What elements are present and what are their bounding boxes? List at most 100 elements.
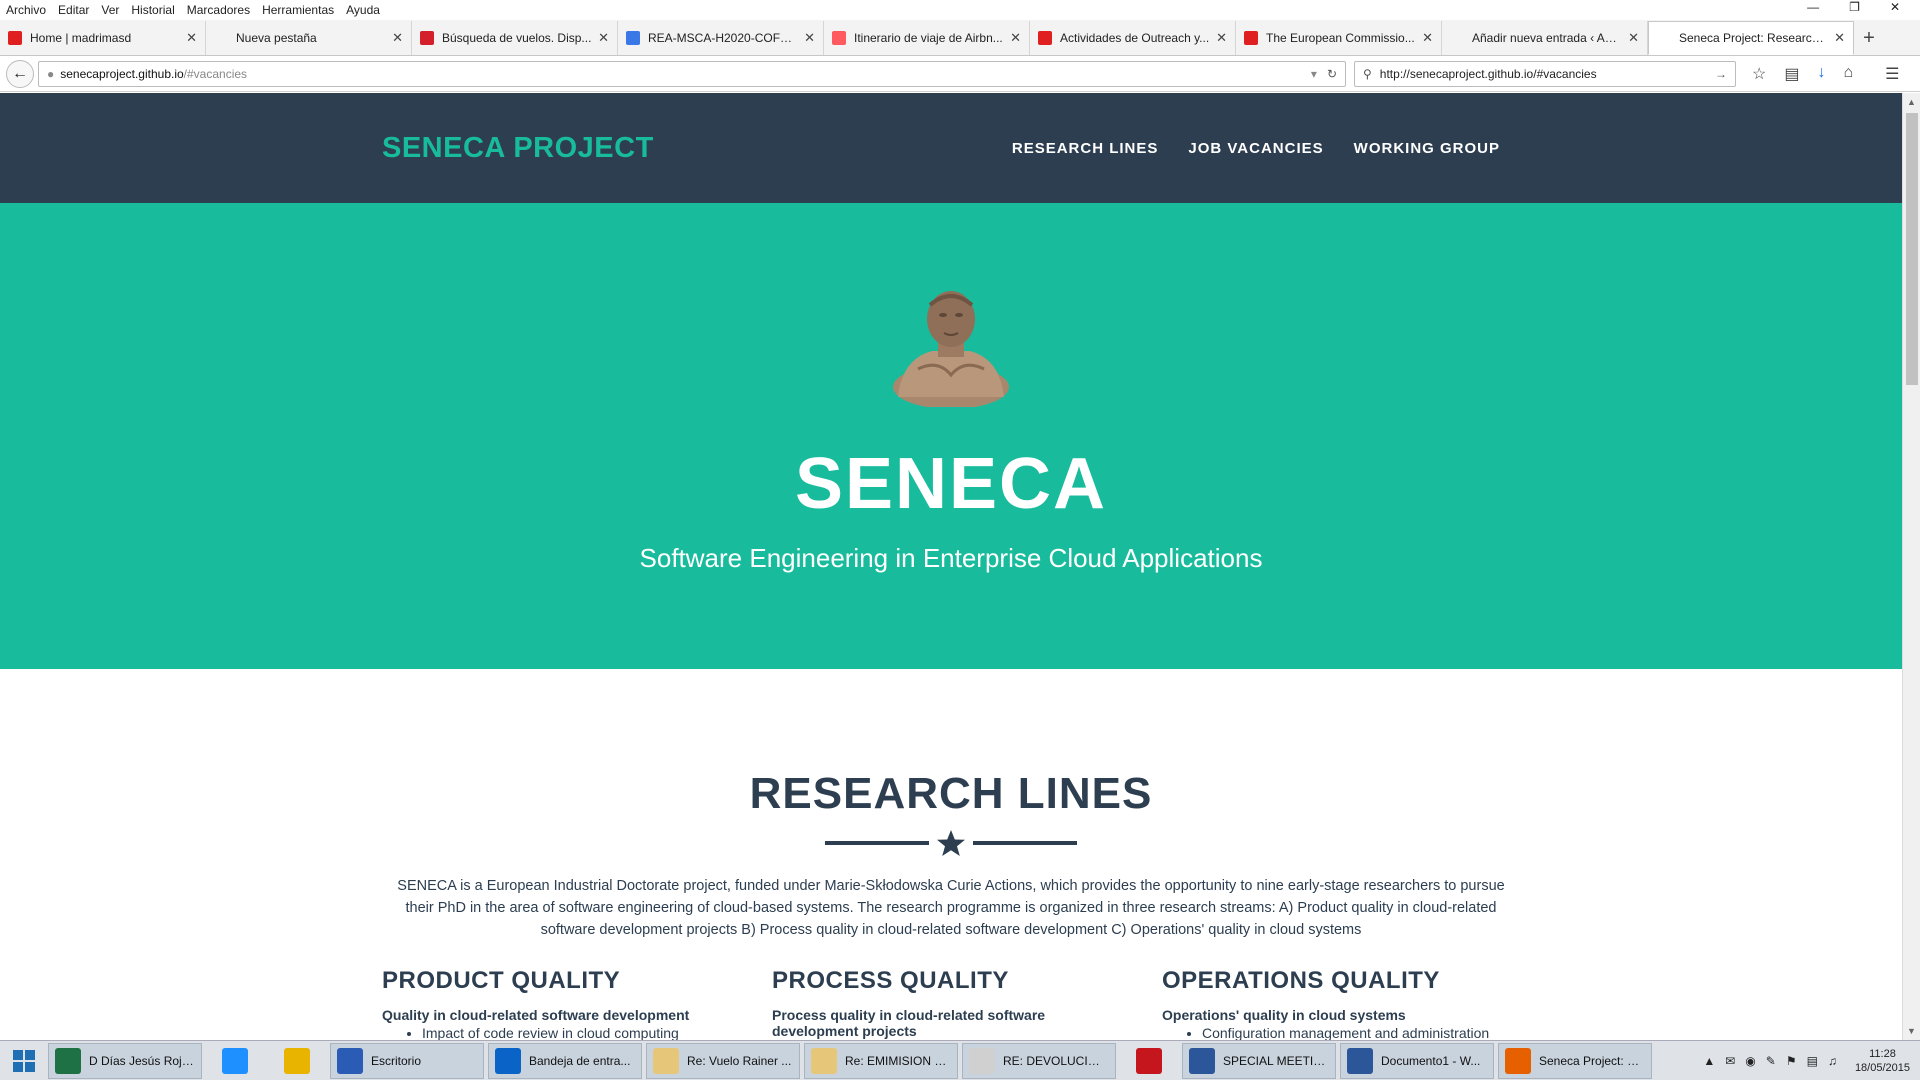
- scroll-up-icon[interactable]: ▲: [1907, 97, 1916, 107]
- nav-research-lines[interactable]: RESEARCH LINES: [1012, 140, 1159, 157]
- tab-close-icon[interactable]: ✕: [804, 30, 815, 46]
- taskbar-item[interactable]: Documento1 - W...: [1340, 1042, 1494, 1079]
- go-arrow-icon[interactable]: →: [1715, 67, 1727, 81]
- tab-close-icon[interactable]: ✕: [186, 30, 197, 46]
- browser-tab[interactable]: Home | madrimasd ✕: [0, 21, 206, 55]
- tab-close-icon[interactable]: ✕: [1834, 30, 1845, 46]
- tray-network-icon[interactable]: ▤: [1807, 1054, 1818, 1068]
- minimize-icon[interactable]: —: [1807, 0, 1819, 14]
- menu-ayuda[interactable]: Ayuda: [346, 3, 380, 17]
- taskbar-item[interactable]: D Días Jesús Rojo...: [48, 1042, 202, 1079]
- tray-volume-icon[interactable]: ♫: [1828, 1054, 1837, 1068]
- nav-working-group[interactable]: WORKING GROUP: [1354, 140, 1500, 157]
- tab-close-icon[interactable]: ✕: [1422, 30, 1433, 46]
- taskbar-item-label: Bandeja de entra...: [529, 1053, 631, 1068]
- menu-historial[interactable]: Historial: [131, 3, 174, 17]
- browser-tab[interactable]: Itinerario de viaje de Airbn... ✕: [824, 21, 1030, 55]
- taskbar-item-label: D Días Jesús Rojo...: [89, 1053, 195, 1068]
- madrimasd-icon: [1244, 31, 1258, 45]
- scrollbar-thumb[interactable]: [1906, 113, 1918, 385]
- taskbar-item[interactable]: Re: Vuelo Rainer ...: [646, 1042, 800, 1079]
- tab-close-icon[interactable]: ✕: [392, 30, 403, 46]
- restore-icon[interactable]: ❐: [1849, 0, 1860, 14]
- tab-title: Añadir nueva entrada ‹ Accion...: [1472, 31, 1622, 45]
- browser-tab[interactable]: Búsqueda de vuelos. Disp... ✕: [412, 21, 618, 55]
- firefox-icon: [1505, 1047, 1531, 1074]
- menu-archivo[interactable]: Archivo: [6, 3, 46, 17]
- nav-job-vacancies[interactable]: JOB VACANCIES: [1188, 140, 1323, 157]
- site-navbar: SENECA PROJECT RESEARCH LINES JOB VACANC…: [0, 93, 1902, 203]
- url-path: /#vacancies: [183, 66, 248, 81]
- tab-close-icon[interactable]: ✕: [1628, 30, 1639, 46]
- browser-tab[interactable]: Nueva pestaña ✕: [206, 21, 412, 55]
- start-button[interactable]: [0, 1041, 48, 1081]
- back-arrow-icon: ←: [12, 64, 28, 82]
- scroll-down-icon[interactable]: ▼: [1907, 1026, 1916, 1036]
- taskbar-item[interactable]: Bandeja de entra...: [488, 1042, 642, 1079]
- star-divider: [825, 830, 1077, 856]
- search-input[interactable]: http://senecaproject.github.io/#vacancie…: [1380, 67, 1715, 81]
- browser-tab[interactable]: Actividades de Outreach y... ✕: [1030, 21, 1236, 55]
- menu-ver[interactable]: Ver: [101, 3, 119, 17]
- taskbar-item[interactable]: Escritorio: [330, 1042, 484, 1079]
- mail-icon: [969, 1047, 995, 1074]
- list-item: Impact of code review in cloud computing: [422, 1025, 742, 1040]
- bookmark-star-icon[interactable]: ☆: [1752, 64, 1766, 84]
- tab-title: Actividades de Outreach y...: [1060, 31, 1210, 45]
- browser-tab[interactable]: REA-MSCA-H2020-COFU... ✕: [618, 21, 824, 55]
- tab-title: The European Commissio...: [1266, 31, 1415, 45]
- hero-section: SENECA Software Engineering in Enterpris…: [0, 203, 1902, 669]
- tab-title: Nueva pestaña: [236, 31, 317, 45]
- word-icon: [1189, 1047, 1215, 1074]
- list-item: Configuration management and administrat…: [1202, 1025, 1522, 1040]
- tray-flag-icon[interactable]: ⚑: [1786, 1054, 1797, 1068]
- back-button[interactable]: ←: [6, 59, 34, 88]
- menu-marcadores[interactable]: Marcadores: [187, 3, 250, 17]
- downloads-icon[interactable]: ↓: [1817, 64, 1825, 84]
- tab-close-icon[interactable]: ✕: [1010, 30, 1021, 46]
- mail-icon: [653, 1047, 679, 1074]
- column-process-quality: PROCESS QUALITY Process quality in cloud…: [772, 967, 1132, 1039]
- taskbar-item[interactable]: [268, 1043, 326, 1079]
- column-subtitle: Operations' quality in cloud systems: [1162, 1007, 1406, 1023]
- taskbar-item[interactable]: SPECIAL MEETIN...: [1182, 1042, 1336, 1079]
- site-brand-link[interactable]: SENECA PROJECT: [382, 132, 654, 165]
- iberia-icon: [420, 31, 434, 45]
- tab-close-icon[interactable]: ✕: [598, 30, 609, 46]
- address-bar[interactable]: ● senecaproject.github.io /#vacancies ▾ …: [38, 60, 1346, 87]
- close-icon[interactable]: ✕: [1890, 0, 1900, 14]
- browser-tab[interactable]: Añadir nueva entrada ‹ Accion... ✕: [1442, 21, 1648, 55]
- clock-time: 11:28: [1869, 1047, 1896, 1060]
- taskbar-item[interactable]: Seneca Project: R...: [1498, 1042, 1652, 1079]
- tab-close-icon[interactable]: ✕: [1216, 30, 1227, 46]
- site-identity-icon[interactable]: ●: [47, 67, 54, 81]
- dropdown-icon[interactable]: ▾: [1311, 67, 1317, 81]
- tray-expand-icon[interactable]: ▲: [1703, 1054, 1715, 1068]
- web-page: SENECA PROJECT RESEARCH LINES JOB VACANC…: [0, 93, 1902, 1040]
- taskbar-item[interactable]: [206, 1043, 264, 1079]
- hero-subtitle: Software Engineering in Enterprise Cloud…: [639, 543, 1263, 573]
- clock[interactable]: 11:28 18/05/2015: [1855, 1047, 1910, 1075]
- taskbar-item[interactable]: Re: EMIMISION B...: [804, 1042, 958, 1079]
- taskbar-item-label: Re: Vuelo Rainer ...: [687, 1053, 792, 1068]
- tray-outlook-icon[interactable]: ◉: [1745, 1054, 1755, 1068]
- home-icon[interactable]: ⌂: [1843, 64, 1853, 84]
- taskbar-item[interactable]: RE: DEVOLUCIÓN...: [962, 1042, 1116, 1079]
- browser-tab[interactable]: Seneca Project: Research on Cl... ✕: [1648, 21, 1854, 55]
- menu-herramientas[interactable]: Herramientas: [262, 3, 334, 17]
- new-tab-button[interactable]: +: [1854, 21, 1884, 55]
- taskbar-item[interactable]: [1120, 1043, 1178, 1079]
- hamburger-menu-icon[interactable]: ☰: [1885, 64, 1899, 84]
- ie-icon: [222, 1047, 248, 1074]
- menu-editar[interactable]: Editar: [58, 3, 89, 17]
- search-box[interactable]: ⚲ http://senecaproject.github.io/#vacanc…: [1354, 60, 1736, 87]
- vertical-scrollbar[interactable]: ▲ ▼: [1902, 93, 1920, 1040]
- taskbar-item-label: Escritorio: [371, 1053, 422, 1068]
- reload-icon[interactable]: ↻: [1327, 67, 1337, 81]
- reading-list-icon[interactable]: ▤: [1784, 64, 1799, 84]
- browser-tab[interactable]: The European Commissio... ✕: [1236, 21, 1442, 55]
- tray-pen-icon[interactable]: ✎: [1766, 1054, 1776, 1068]
- column-product-quality: PRODUCT QUALITY Quality in cloud-related…: [382, 967, 742, 1040]
- clock-date: 18/05/2015: [1854, 1061, 1910, 1074]
- tray-mail-icon[interactable]: ✉: [1725, 1054, 1735, 1068]
